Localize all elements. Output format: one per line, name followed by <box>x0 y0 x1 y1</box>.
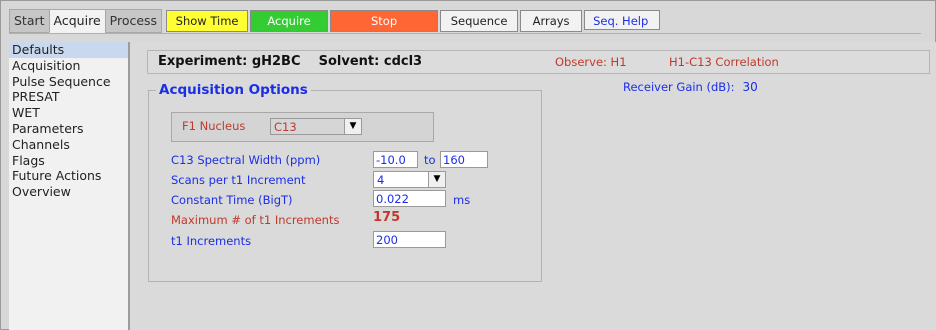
toolbar-divider <box>9 33 921 34</box>
solvent-value: cdcl3 <box>383 54 423 69</box>
constant-time-input[interactable]: 0.022 <box>373 190 446 207</box>
receiver-gain-value: 30 <box>742 80 758 94</box>
receiver-gain-label: Receiver Gain (dB): <box>623 80 735 94</box>
f1-nucleus-box: F1 Nucleus C13 ▼ <box>171 112 434 142</box>
experiment-title: Experiment: gH2BC Solvent: cdcl3 <box>158 54 422 69</box>
f1-nucleus-value: C13 <box>274 120 297 134</box>
tab-start[interactable]: Start <box>9 9 49 33</box>
acquisition-options-title: Acquisition Options <box>156 82 311 98</box>
t1-increments-input[interactable]: 200 <box>373 231 446 248</box>
show-time-button[interactable]: Show Time <box>166 10 249 32</box>
scans-value: 4 <box>377 173 385 187</box>
sequence-button[interactable]: Sequence <box>440 10 519 32</box>
sidebar: Defaults Acquisition Pulse Sequence PRES… <box>9 42 130 330</box>
constant-time-label: Constant Time (BigT) <box>171 193 293 207</box>
scans-select[interactable]: 4 ▼ <box>373 171 446 188</box>
tab-process[interactable]: Process <box>104 9 163 33</box>
sidebar-item-acquisition[interactable]: Acquisition <box>9 58 128 74</box>
sidebar-item-wet[interactable]: WET <box>9 105 128 121</box>
sidebar-item-defaults[interactable]: Defaults <box>9 42 128 58</box>
solvent-label: Solvent: <box>318 54 380 69</box>
main-panel: Experiment: gH2BC Solvent: cdcl3 Observe… <box>130 42 936 330</box>
acquire-button[interactable]: Acquire <box>250 10 329 32</box>
sidebar-item-flags[interactable]: Flags <box>9 153 128 169</box>
experiment-info-bar: Experiment: gH2BC Solvent: cdcl3 Observe… <box>147 50 930 74</box>
sidebar-item-future-actions[interactable]: Future Actions <box>9 168 128 184</box>
arrays-button[interactable]: Arrays <box>520 10 583 32</box>
sidebar-item-pulse-sequence[interactable]: Pulse Sequence <box>9 74 128 90</box>
acquisition-options-group: Acquisition Options F1 Nucleus C13 ▼ C13… <box>148 82 542 282</box>
chevron-down-icon[interactable]: ▼ <box>344 119 361 134</box>
experiment-value: gH2BC <box>251 54 301 69</box>
sidebar-item-channels[interactable]: Channels <box>9 137 128 153</box>
t1-increments-label: t1 Increments <box>171 234 252 248</box>
tab-acquire[interactable]: Acquire <box>48 9 105 33</box>
spectral-width-from-input[interactable]: -10.0 <box>373 151 418 168</box>
f1-nucleus-label: F1 Nucleus <box>182 119 246 133</box>
spectral-width-label: C13 Spectral Width (ppm) <box>171 153 321 167</box>
observe-nucleus: Observe: H1 <box>555 55 627 69</box>
chevron-down-icon[interactable]: ▼ <box>428 172 445 187</box>
top-toolbar: Start Acquire Process Show Time Acquire … <box>9 9 661 33</box>
max-increments-label: Maximum # of t1 Increments <box>171 213 340 227</box>
spectral-width-to-input[interactable]: 160 <box>440 151 488 168</box>
receiver-gain: Receiver Gain (dB): 30 <box>623 80 758 94</box>
experiment-label: Experiment: <box>158 54 248 69</box>
scans-label: Scans per t1 Increment <box>171 173 306 187</box>
seq-help-button[interactable]: Seq. Help <box>584 10 661 30</box>
f1-nucleus-select[interactable]: C13 ▼ <box>270 118 362 135</box>
max-increments-value: 175 <box>373 210 401 225</box>
constant-time-unit: ms <box>453 193 471 207</box>
sidebar-item-overview[interactable]: Overview <box>9 184 128 200</box>
spectral-width-to-label: to <box>424 153 436 167</box>
stop-button[interactable]: Stop <box>330 10 439 32</box>
correlation-type: H1-C13 Correlation <box>669 55 779 69</box>
sidebar-item-parameters[interactable]: Parameters <box>9 121 128 137</box>
sidebar-item-presat[interactable]: PRESAT <box>9 89 128 105</box>
